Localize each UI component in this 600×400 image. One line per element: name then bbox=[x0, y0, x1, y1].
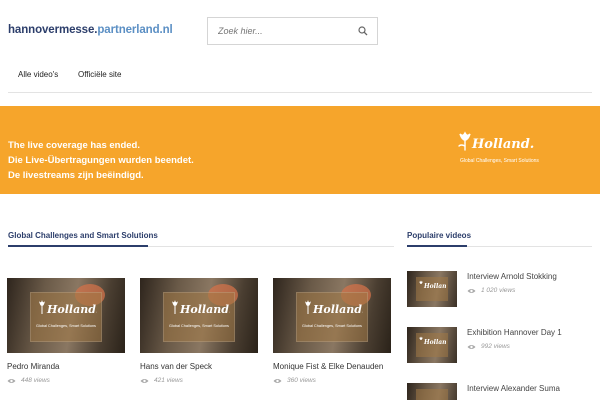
logo-part-2: partnerland.nl bbox=[97, 24, 173, 36]
popular-video-views: 992 views bbox=[467, 343, 510, 350]
tulip-icon: Holland. bbox=[39, 300, 97, 316]
svg-text:Holland.: Holland. bbox=[46, 303, 97, 316]
popular-video-title[interactable]: Interview Alexander Suma bbox=[467, 384, 560, 393]
video-views: 360 views bbox=[273, 377, 391, 384]
tulip-icon: Holland. bbox=[419, 336, 446, 346]
video-thumbnail[interactable]: Holland. Global Challenges, Smart Soluti… bbox=[140, 278, 258, 353]
video-card[interactable]: Holland. Global Challenges, Smart Soluti… bbox=[7, 278, 125, 384]
svg-text:Holland.: Holland. bbox=[423, 339, 446, 346]
svg-text:Holland.: Holland. bbox=[312, 303, 363, 316]
sidebar-section-accent bbox=[407, 245, 467, 247]
thumbnail-caption: Global Challenges, Smart Solutions bbox=[169, 324, 229, 328]
tulip-icon: Holland. bbox=[305, 300, 363, 316]
holland-logo: Holland. Global Challenges, Smart Soluti… bbox=[458, 131, 539, 164]
video-title[interactable]: Hans van der Speck bbox=[140, 362, 258, 371]
svg-text:Holland.: Holland. bbox=[179, 303, 230, 316]
video-title[interactable]: Pedro Miranda bbox=[7, 362, 125, 371]
video-title[interactable]: Monique Fist & Elke Denauden bbox=[273, 362, 391, 371]
banner-message: The live coverage has ended. Die Live-Üb… bbox=[8, 138, 194, 183]
sidebar-section-title: Populaire videos bbox=[407, 231, 472, 240]
video-views: 448 views bbox=[7, 377, 125, 384]
search-icon[interactable] bbox=[358, 26, 368, 36]
holland-tagline: Global Challenges, Smart Solutions bbox=[460, 158, 539, 164]
popular-video-thumbnail[interactable]: Holland. bbox=[407, 271, 457, 307]
popular-video-title[interactable]: Exhibition Hannover Day 1 bbox=[467, 328, 562, 337]
tulip-icon: Holland. bbox=[172, 300, 230, 316]
banner-line-nl: De livestreams zijn beëindigd. bbox=[8, 170, 144, 181]
popular-video-views: 1 020 views bbox=[467, 287, 515, 294]
eye-icon bbox=[467, 344, 476, 349]
video-card[interactable]: Holland. Global Challenges, Smart Soluti… bbox=[273, 278, 391, 384]
eye-icon bbox=[467, 288, 476, 293]
popular-video-title[interactable]: Interview Arnold Stokking bbox=[467, 272, 557, 281]
logo-part-1: hannovermesse. bbox=[8, 24, 98, 36]
nav-official-site[interactable]: Officiële site bbox=[78, 70, 121, 79]
eye-icon bbox=[273, 378, 282, 383]
site-logo[interactable]: hannovermesse.partnerland.nl bbox=[8, 24, 173, 36]
video-views: 421 views bbox=[140, 377, 258, 384]
banner-line-de: Die Live-Übertragungen wurden beendet. bbox=[8, 155, 194, 166]
tulip-icon bbox=[458, 131, 471, 151]
site-header: hannovermesse.partnerland.nl bbox=[0, 0, 600, 60]
popular-video-thumbnail[interactable]: Holland. bbox=[407, 327, 457, 363]
thumbnail-caption: Global Challenges, Smart Solutions bbox=[36, 324, 96, 328]
popular-video-item[interactable]: Holland. Exhibition Hannover Day 1 992 v… bbox=[407, 327, 592, 363]
video-thumbnail[interactable]: Holland. Global Challenges, Smart Soluti… bbox=[7, 278, 125, 353]
popular-video-item[interactable]: Interview Alexander Suma bbox=[407, 383, 592, 400]
nav-divider bbox=[8, 92, 592, 93]
video-card[interactable]: Holland. Global Challenges, Smart Soluti… bbox=[140, 278, 258, 384]
popular-video-item[interactable]: Holland. Interview Arnold Stokking 1 020… bbox=[407, 271, 592, 307]
banner-line-en: The live coverage has ended. bbox=[8, 140, 140, 151]
tulip-icon: Holland. bbox=[419, 280, 446, 290]
main-section-title: Global Challenges and Smart Solutions bbox=[8, 231, 158, 240]
popular-video-thumbnail[interactable] bbox=[407, 383, 457, 400]
search-input[interactable] bbox=[208, 18, 353, 44]
eye-icon bbox=[7, 378, 16, 383]
main-section-accent bbox=[8, 245, 148, 247]
thumbnail-caption: Global Challenges, Smart Solutions bbox=[302, 324, 362, 328]
main-nav: Alle video's Officiële site bbox=[0, 62, 600, 91]
video-thumbnail[interactable]: Holland. Global Challenges, Smart Soluti… bbox=[273, 278, 391, 353]
eye-icon bbox=[140, 378, 149, 383]
nav-all-videos[interactable]: Alle video's bbox=[18, 70, 58, 79]
search-box bbox=[207, 17, 378, 45]
holland-wordmark: Holland. bbox=[471, 137, 534, 152]
svg-text:Holland.: Holland. bbox=[423, 283, 446, 290]
